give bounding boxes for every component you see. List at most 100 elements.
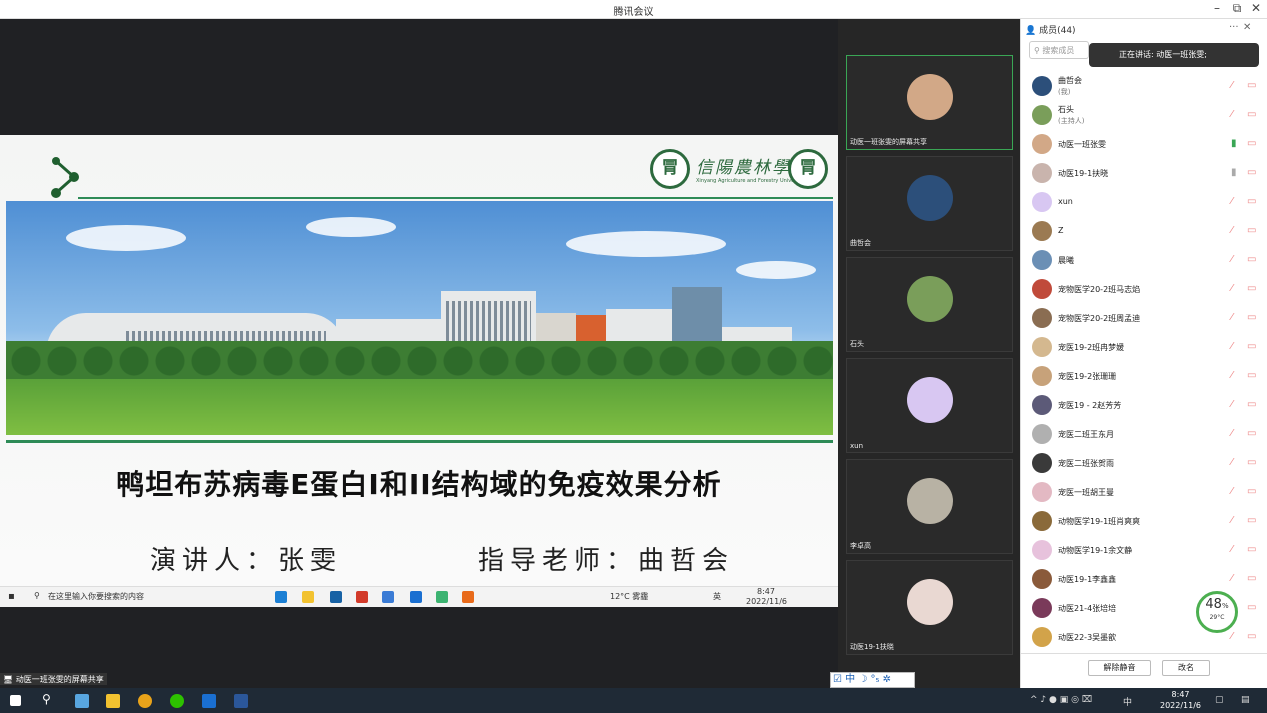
camera-off-icon[interactable]: ▭ xyxy=(1247,196,1256,207)
member-row[interactable]: 动医19-1扶晓 ▮ ▭ xyxy=(1021,159,1267,188)
camera-off-icon[interactable]: ▭ xyxy=(1247,167,1256,178)
avatar xyxy=(907,175,953,221)
mic-muted-icon[interactable]: ⁄ xyxy=(1231,109,1233,120)
mic-muted-icon[interactable]: ⁄ xyxy=(1231,428,1233,439)
mic-muted-icon[interactable]: ⁄ xyxy=(1231,312,1233,323)
folder-icon[interactable] xyxy=(106,694,120,708)
video-tile-label: 曲哲会 xyxy=(850,239,871,247)
word-icon[interactable] xyxy=(234,694,248,708)
ime-indicator: 英 xyxy=(713,592,721,601)
wechat-icon[interactable] xyxy=(170,694,184,708)
mic-muted-icon[interactable]: ⁄ xyxy=(1231,486,1233,497)
member-row[interactable]: 动物医学19-1班肖爽爽 ⁄ ▭ xyxy=(1021,507,1267,536)
camera-off-icon[interactable]: ▭ xyxy=(1247,109,1256,120)
member-name: 动医一班张雯 xyxy=(1058,140,1106,149)
video-tile[interactable]: 动医一班张雯的屏幕共享 xyxy=(846,55,1013,150)
panel-buttons: 解除静音 改名 xyxy=(1021,653,1267,693)
camera-off-icon[interactable]: ▭ xyxy=(1247,370,1256,381)
member-search-input[interactable]: ⚲ 搜索成员 xyxy=(1029,41,1089,59)
video-tile[interactable]: 石头 xyxy=(846,257,1013,352)
member-row[interactable]: 晨曦 ⁄ ▭ xyxy=(1021,246,1267,275)
camera-off-icon[interactable]: ▭ xyxy=(1247,283,1256,294)
camera-off-icon[interactable]: ▭ xyxy=(1247,254,1256,265)
tray-icons[interactable]: ^ ♪ ● ▣ ◎ ⌧ xyxy=(1030,695,1092,705)
member-row[interactable]: Z ⁄ ▭ xyxy=(1021,217,1267,246)
member-row[interactable]: 宠医一班胡王曼 ⁄ ▭ xyxy=(1021,478,1267,507)
mic-icon[interactable]: ▮ xyxy=(1231,167,1237,178)
rename-button[interactable]: 改名 xyxy=(1162,660,1210,676)
ime-indicator[interactable]: 中 xyxy=(1123,695,1132,708)
start-icon[interactable] xyxy=(10,695,21,706)
mic-muted-icon[interactable]: ⁄ xyxy=(1231,254,1233,265)
video-tile[interactable]: 曲哲会 xyxy=(846,156,1013,251)
camera-off-icon[interactable]: ▭ xyxy=(1247,399,1256,410)
mic-muted-icon[interactable]: ⁄ xyxy=(1231,80,1233,91)
member-row[interactable]: 宠物医学20-2班马志焰 ⁄ ▭ xyxy=(1021,275,1267,304)
video-tile[interactable]: 李卓高 xyxy=(846,459,1013,554)
avatar xyxy=(1032,221,1052,241)
camera-off-icon[interactable]: ▭ xyxy=(1247,138,1256,149)
member-row[interactable]: 宠医19-2张珊珊 ⁄ ▭ xyxy=(1021,362,1267,391)
camera-off-icon[interactable]: ▭ xyxy=(1247,341,1256,352)
mic-muted-icon[interactable]: ⁄ xyxy=(1231,399,1233,410)
member-row[interactable]: 宠医二班王东月 ⁄ ▭ xyxy=(1021,420,1267,449)
taskbar-clock[interactable]: 8:47 2022/11/6 xyxy=(1160,689,1201,711)
app-icon[interactable] xyxy=(75,694,89,708)
app-icon xyxy=(436,591,448,603)
member-row[interactable]: 宠医19 - 2赵芳芳 ⁄ ▭ xyxy=(1021,391,1267,420)
close-panel-button[interactable]: ✕ xyxy=(1243,22,1251,33)
avatar xyxy=(907,74,953,120)
mic-muted-icon[interactable]: ⁄ xyxy=(1231,370,1233,381)
mic-muted-icon[interactable]: ⁄ xyxy=(1231,341,1233,352)
avatar xyxy=(1032,511,1052,531)
camera-off-icon[interactable]: ▭ xyxy=(1247,428,1256,439)
meeting-icon[interactable] xyxy=(202,694,216,708)
camera-off-icon[interactable]: ▭ xyxy=(1247,486,1256,497)
speaking-indicator: 正在讲话: 动医一班张雯; xyxy=(1089,43,1259,67)
camera-off-icon[interactable]: ▭ xyxy=(1247,515,1256,526)
camera-off-icon[interactable]: ▭ xyxy=(1247,80,1256,91)
member-row[interactable]: 动医19-1李鑫鑫 ⁄ ▭ xyxy=(1021,565,1267,594)
member-row[interactable]: 动医一班张雯 ▮ ▭ xyxy=(1021,130,1267,159)
video-tile[interactable]: 动医19-1扶晓 xyxy=(846,560,1013,655)
shared-taskbar: ▪ ⚲ 在这里输入你要搜索的内容 12°C 雾霾 英 8:47 2022/11/… xyxy=(0,586,838,607)
mic-muted-icon[interactable]: ⁄ xyxy=(1231,225,1233,236)
minimize-button[interactable]: – xyxy=(1208,1,1226,15)
search-icon[interactable]: ⚲ xyxy=(42,692,56,706)
member-row[interactable]: 曲哲会 (我) ⁄ ▭ xyxy=(1021,72,1267,101)
video-tile[interactable]: xun xyxy=(846,358,1013,453)
mic-muted-icon[interactable]: ⁄ xyxy=(1231,573,1233,584)
member-row[interactable]: 石头 (主持人) ⁄ ▭ xyxy=(1021,101,1267,130)
camera-off-icon[interactable]: ▭ xyxy=(1247,312,1256,323)
member-row[interactable]: xun ⁄ ▭ xyxy=(1021,188,1267,217)
mic-icon[interactable]: ▮ xyxy=(1231,138,1237,149)
member-name: 动医22-3吴墨歆 xyxy=(1058,633,1117,642)
mic-muted-icon[interactable]: ⁄ xyxy=(1231,544,1233,555)
camera-off-icon[interactable]: ▭ xyxy=(1247,573,1256,584)
mic-muted-icon[interactable]: ⁄ xyxy=(1231,515,1233,526)
member-row[interactable]: 宠医二班张贺雨 ⁄ ▭ xyxy=(1021,449,1267,478)
input-method-bar[interactable]: ☑ 中 ☽ °₅ ✲ xyxy=(830,672,915,688)
camera-off-icon[interactable]: ▭ xyxy=(1247,602,1256,613)
avatar xyxy=(907,478,953,524)
camera-off-icon[interactable]: ▭ xyxy=(1247,631,1256,642)
member-row[interactable]: 宠医19-2班冉梦媛 ⁄ ▭ xyxy=(1021,333,1267,362)
mic-muted-icon[interactable]: ⁄ xyxy=(1231,457,1233,468)
mic-muted-icon[interactable]: ⁄ xyxy=(1231,196,1233,207)
camera-off-icon[interactable]: ▭ xyxy=(1247,544,1256,555)
more-button[interactable]: ··· xyxy=(1229,22,1239,33)
mic-muted-icon[interactable]: ⁄ xyxy=(1231,631,1233,642)
member-row[interactable]: 宠物医学20-2班周孟迪 ⁄ ▭ xyxy=(1021,304,1267,333)
browser-icon[interactable] xyxy=(138,694,152,708)
maximize-button[interactable]: ⧉ xyxy=(1228,1,1246,16)
avatar xyxy=(1032,569,1052,589)
desktop-icon[interactable]: ▢ xyxy=(1215,695,1224,705)
member-name: 宠医二班张贺雨 xyxy=(1058,459,1114,468)
member-row[interactable]: 动物医学19-1余文静 ⁄ ▭ xyxy=(1021,536,1267,565)
camera-off-icon[interactable]: ▭ xyxy=(1247,225,1256,236)
notification-icon[interactable]: ▤ xyxy=(1241,695,1250,705)
mic-muted-icon[interactable]: ⁄ xyxy=(1231,283,1233,294)
close-button[interactable]: ✕ xyxy=(1247,1,1265,15)
camera-off-icon[interactable]: ▭ xyxy=(1247,457,1256,468)
unmute-all-button[interactable]: 解除静音 xyxy=(1088,660,1151,676)
